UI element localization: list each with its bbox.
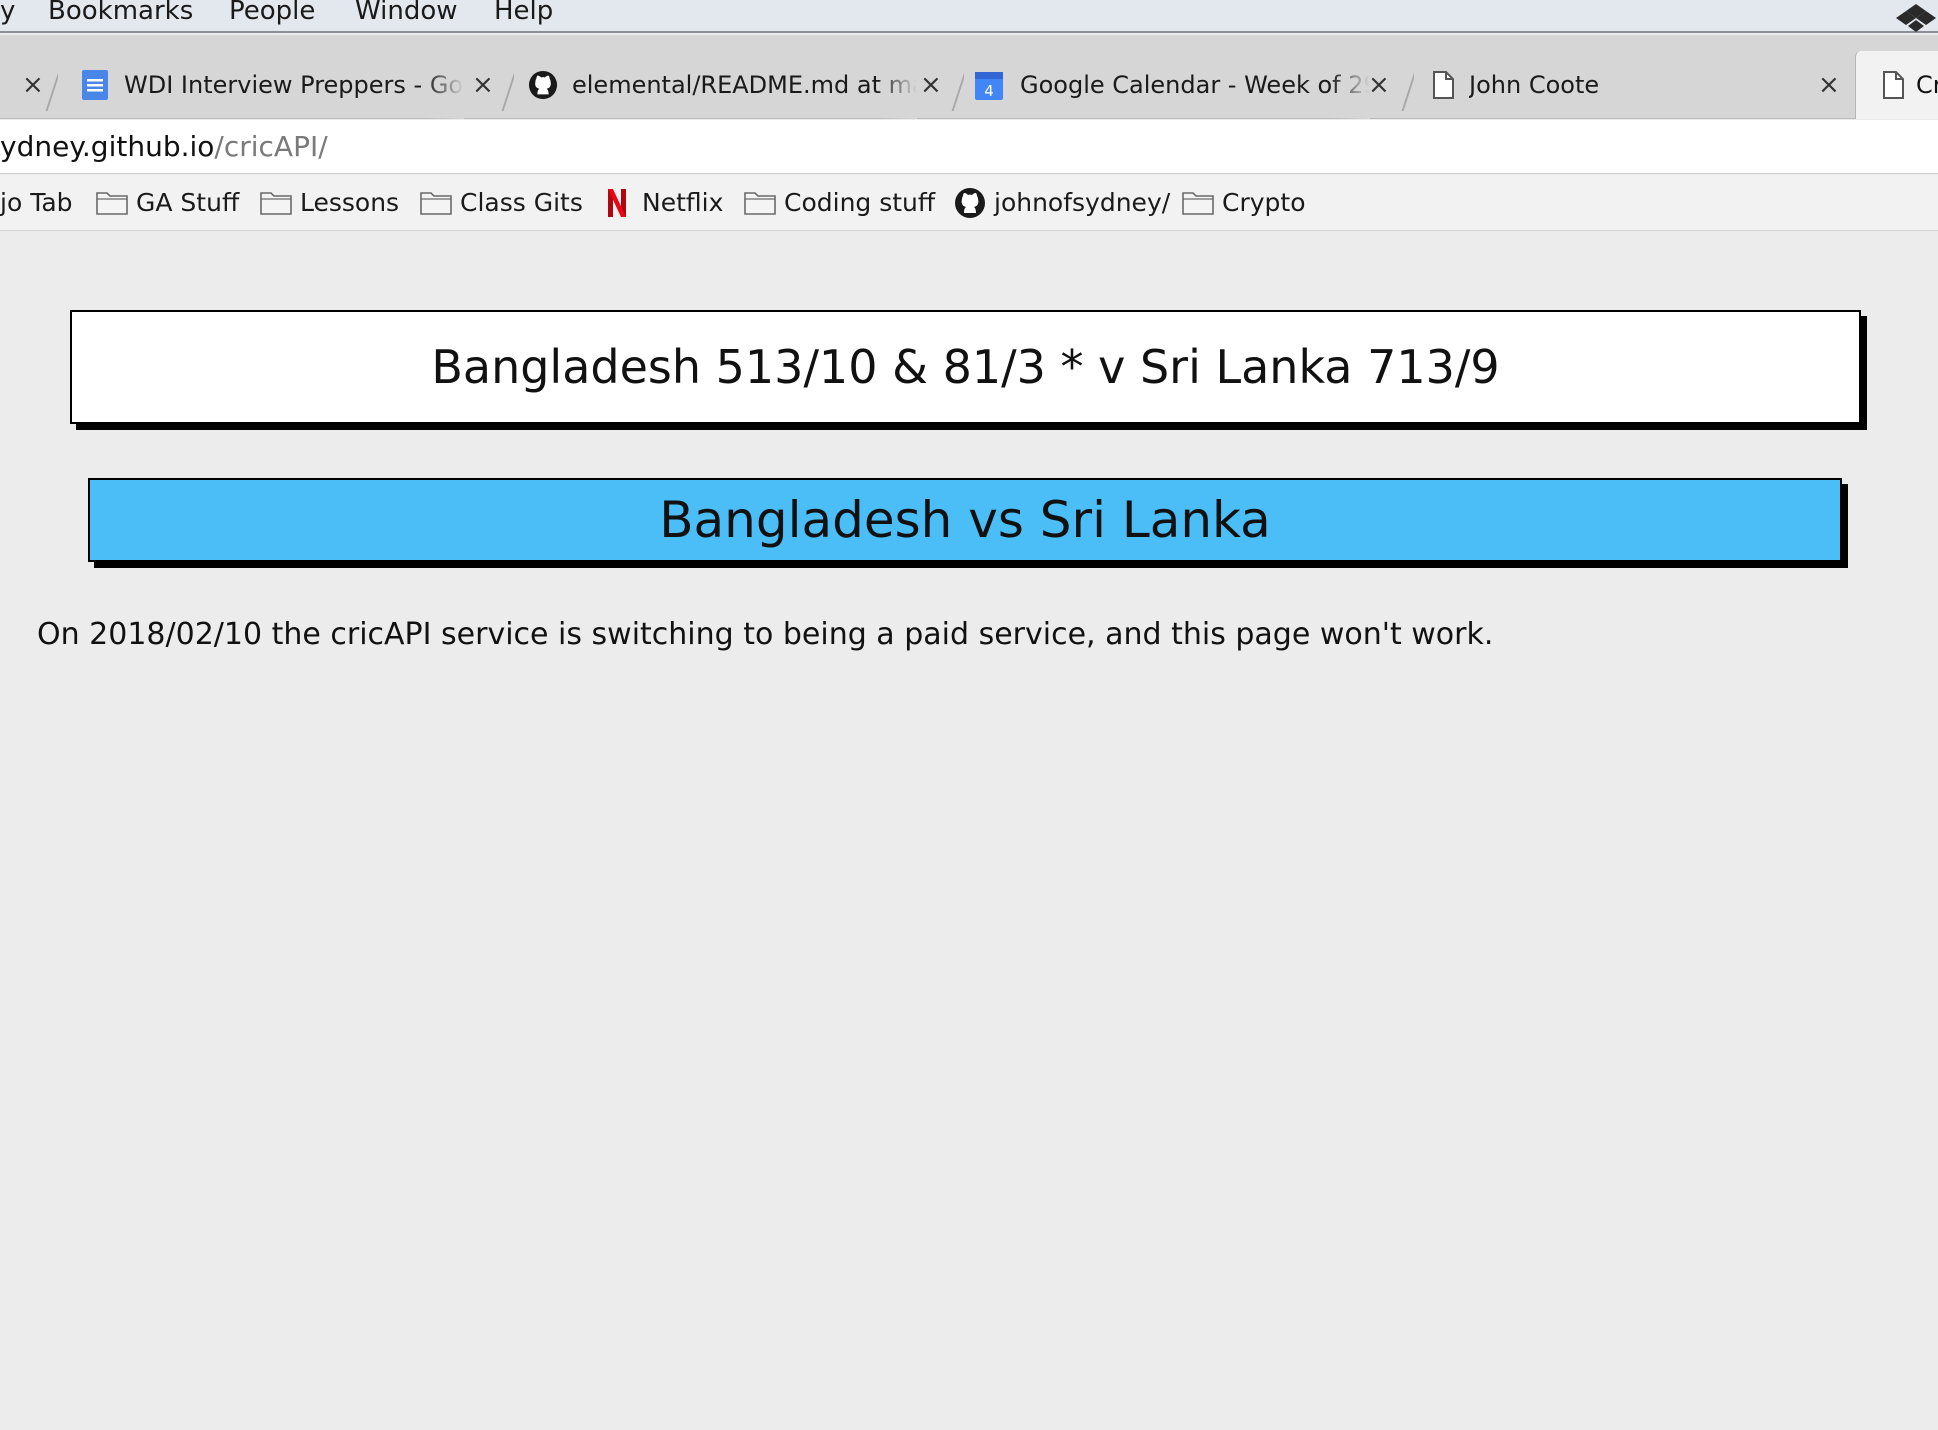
tab-title: elemental/README.md at mas	[572, 51, 917, 119]
score-card: Bangladesh 513/10 & 81/3 * v Sri Lanka 7…	[70, 310, 1861, 424]
tab-close-icon[interactable]: ×	[920, 51, 942, 119]
folder-icon	[260, 192, 292, 215]
google-calendar-icon: 4	[975, 72, 1003, 100]
svg-text:4: 4	[984, 82, 994, 100]
folder-icon	[1182, 192, 1214, 215]
tab-offscreen[interactable]: ×	[0, 51, 58, 119]
tab-separator	[45, 59, 58, 111]
tab-separator	[501, 59, 514, 111]
tab-separator	[951, 59, 964, 111]
github-icon	[528, 70, 558, 100]
tab-title: WDI Interview Preppers - Goo	[124, 51, 464, 119]
tab-close-icon[interactable]: ×	[472, 51, 494, 119]
tab-title: John Coote	[1469, 71, 1600, 99]
tab-elemental-readme[interactable]: elemental/README.md at mas ×	[514, 51, 964, 119]
match-title-banner: Bangladesh vs Sri Lanka	[88, 478, 1842, 562]
tab-close-icon[interactable]: ×	[22, 51, 44, 119]
tab-strip: × WDI Interview Preppers - Goo × element…	[0, 35, 1938, 119]
bookmarks-bar: jo Tab GA Stuff Lessons Class Gits Netfl…	[0, 175, 1938, 231]
tab-separator	[1401, 59, 1414, 111]
folder-icon	[420, 192, 452, 215]
tab-title: Google Calendar - Week of 29	[1020, 51, 1370, 119]
document-icon	[1433, 71, 1454, 99]
menu-bookmarks[interactable]: Bookmarks	[48, 0, 193, 25]
menu-history[interactable]: y	[0, 0, 15, 25]
tab-close-icon[interactable]: ×	[1818, 51, 1840, 119]
netflix-icon	[608, 189, 626, 217]
os-menu-bar: y Bookmarks People Window Help	[0, 0, 1938, 33]
page-content: Bangladesh 513/10 & 81/3 * v Sri Lanka 7…	[0, 232, 1938, 1430]
menu-people[interactable]: People	[229, 0, 315, 25]
tab-wdi-interview-preppers[interactable]: WDI Interview Preppers - Goo ×	[64, 51, 514, 119]
document-icon	[1883, 71, 1904, 99]
google-docs-icon	[82, 70, 108, 100]
tab-close-icon[interactable]: ×	[1368, 51, 1390, 119]
address-bar[interactable]: ydney.github.io/cricAPI/	[0, 120, 1938, 174]
tab-title: Cr	[1916, 71, 1938, 99]
folder-icon	[744, 192, 776, 215]
folder-icon	[96, 192, 128, 215]
service-notice: On 2018/02/10 the cricAPI service is swi…	[37, 617, 1494, 652]
url-host: ydney.github.io	[0, 130, 215, 163]
github-icon	[955, 188, 985, 218]
tab-cricapi-active[interactable]: Cr	[1855, 51, 1938, 119]
menu-help[interactable]: Help	[494, 0, 553, 25]
menu-window[interactable]: Window	[355, 0, 458, 25]
tab-google-calendar[interactable]: 4 Google Calendar - Week of 29 ×	[964, 51, 1414, 119]
tab-john-coote[interactable]: John Coote ×	[1414, 51, 1854, 119]
url-path: /cricAPI/	[214, 130, 328, 163]
dropbox-icon[interactable]	[1894, 0, 1938, 32]
